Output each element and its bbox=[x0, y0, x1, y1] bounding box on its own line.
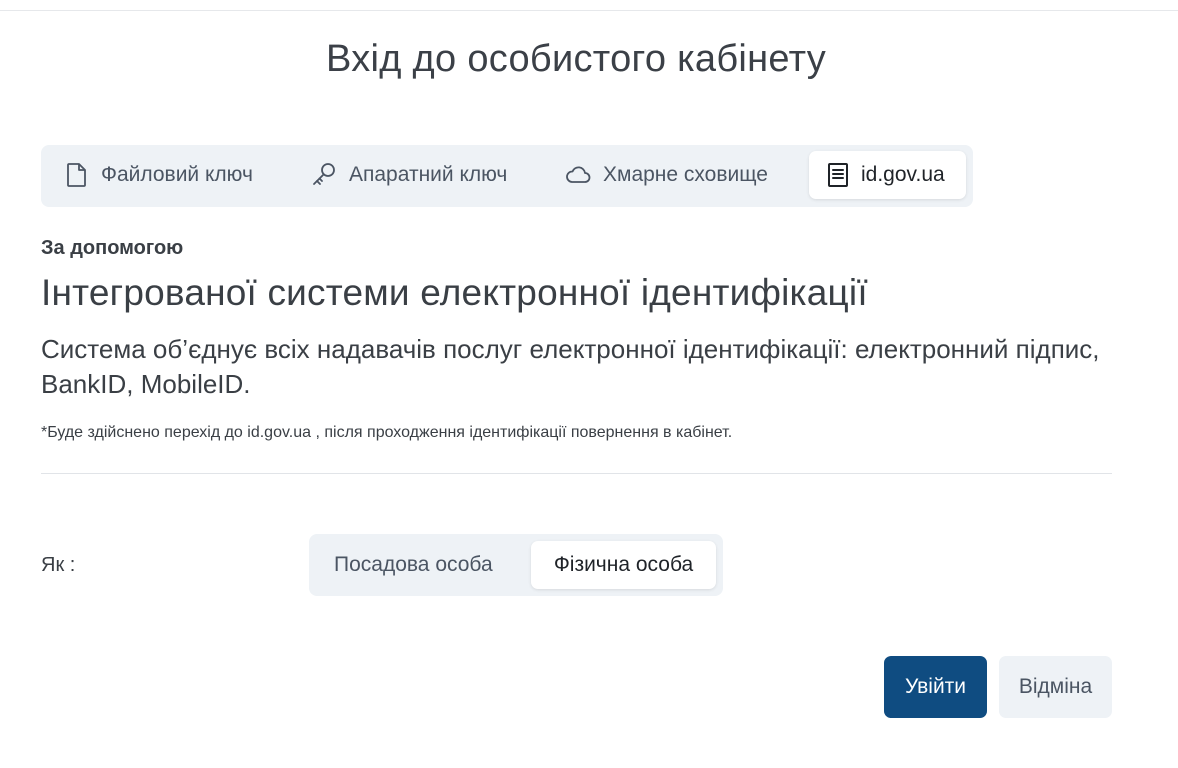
cloud-icon bbox=[565, 165, 591, 185]
login-method-tabs: Файловий ключ Апаратний ключ Хмарне схов… bbox=[41, 145, 973, 207]
top-divider bbox=[0, 10, 1178, 11]
role-toggle: Посадова особа Фізична особа bbox=[309, 534, 723, 596]
section-subheading: За допомогою bbox=[41, 237, 184, 259]
tab-label: id.gov.ua bbox=[861, 163, 945, 186]
key-icon bbox=[311, 162, 337, 188]
document-icon bbox=[827, 162, 849, 188]
section-divider bbox=[41, 473, 1112, 474]
cancel-button[interactable]: Відміна bbox=[999, 656, 1112, 718]
section-heading: Інтегрованої системи електронної ідентиф… bbox=[41, 272, 868, 313]
tab-cloud-storage[interactable]: Хмарне сховище bbox=[565, 151, 768, 199]
tab-label: Файловий ключ bbox=[101, 163, 253, 186]
role-label: Як : bbox=[41, 554, 76, 576]
tab-hardware-key[interactable]: Апаратний ключ bbox=[311, 151, 507, 199]
tab-file-key[interactable]: Файловий ключ bbox=[65, 151, 253, 199]
role-option-individual[interactable]: Фізична особа bbox=[531, 541, 716, 589]
role-option-official[interactable]: Посадова особа bbox=[334, 541, 493, 589]
tab-label: Апаратний ключ bbox=[349, 163, 508, 186]
tab-id-gov-ua[interactable]: id.gov.ua bbox=[809, 151, 966, 199]
login-button[interactable]: Увійти bbox=[884, 656, 987, 718]
file-icon bbox=[65, 162, 89, 188]
section-description: Система об’єднує всіх надавачів послуг е… bbox=[41, 334, 1100, 399]
redirect-note: *Буде здійснено перехід до id.gov.ua , п… bbox=[41, 424, 733, 441]
tab-label: Хмарне сховище bbox=[603, 163, 768, 186]
page-title: Вхід до особистого кабінету bbox=[325, 38, 827, 80]
